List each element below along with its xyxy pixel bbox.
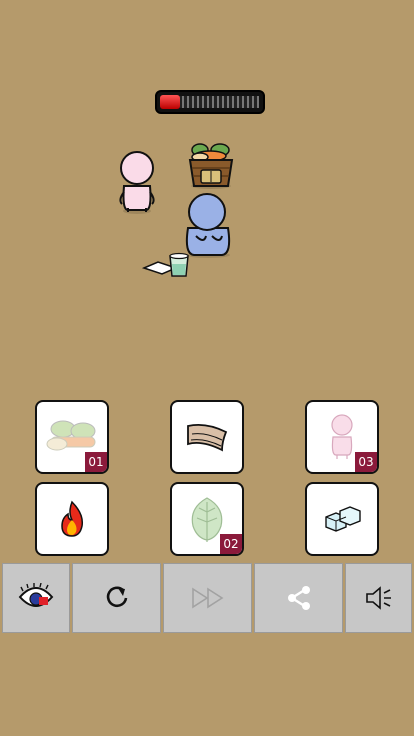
share-icon (287, 586, 310, 610)
item-fire[interactable] (35, 482, 109, 556)
share-button[interactable] (254, 563, 343, 633)
restart-button[interactable] (72, 563, 161, 633)
item-pink-person[interactable]: 03 (305, 400, 379, 474)
item-cloth[interactable] (170, 400, 244, 474)
blue-person-crying[interactable] (185, 193, 231, 258)
ice-icon (325, 506, 361, 532)
game-scene (119, 143, 234, 277)
sound-button[interactable] (345, 563, 412, 633)
hint-eye-icon (18, 583, 54, 607)
vegetable-basket[interactable] (188, 143, 234, 189)
item-leaf[interactable]: 02 (170, 482, 244, 556)
restart-icon (106, 586, 127, 608)
hint-button[interactable] (2, 563, 70, 633)
vegetables-icon (46, 420, 96, 451)
pink-person[interactable] (119, 151, 155, 214)
item-count-badge: 02 (220, 534, 242, 554)
speaker-icon (365, 586, 391, 610)
item-ice[interactable] (305, 482, 379, 556)
item-vegetables[interactable]: 01 (35, 400, 109, 474)
progress-bar-track (177, 96, 259, 108)
progress-bar (155, 90, 265, 114)
glass-of-water[interactable] (169, 252, 189, 277)
pink-person-icon (331, 414, 353, 459)
skip-button[interactable] (163, 563, 252, 633)
progress-bar-fill (160, 95, 180, 109)
cloth-icon (187, 423, 228, 452)
item-count-badge: 03 (355, 452, 377, 472)
item-count-badge: 01 (85, 452, 107, 472)
bottom-toolbar (2, 563, 412, 633)
fire-icon (61, 500, 84, 537)
fast-forward-icon (191, 587, 223, 609)
